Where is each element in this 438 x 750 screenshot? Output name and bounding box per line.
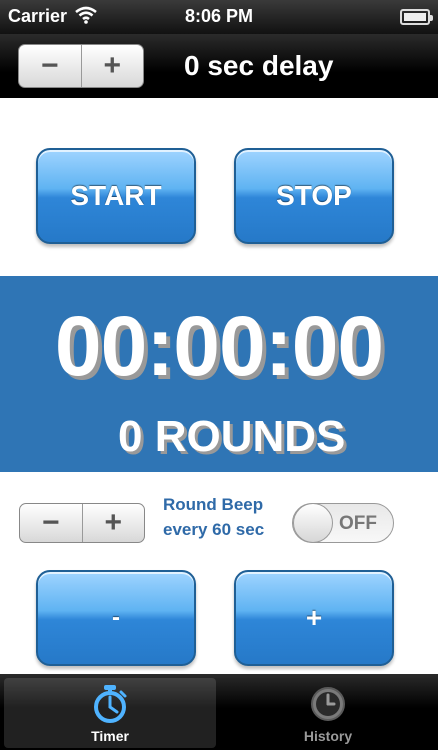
toggle-knob xyxy=(293,503,333,543)
status-time: 8:06 PM xyxy=(184,6,254,26)
tab-history[interactable]: History xyxy=(222,678,434,748)
tab-timer[interactable]: Timer xyxy=(4,678,216,748)
tab-history-label: History xyxy=(303,728,353,744)
toggle-state: OFF xyxy=(339,513,377,534)
battery-icon xyxy=(400,9,433,25)
round-minus-button[interactable]: - xyxy=(36,570,196,666)
round-plus-button[interactable]: + xyxy=(234,570,394,666)
stopwatch-icon xyxy=(94,685,127,723)
beep-minus-button[interactable]: − xyxy=(20,504,82,542)
round-beep-interval: every 60 sec xyxy=(163,520,265,539)
clock-icon xyxy=(311,687,345,721)
timer-display: 00:00:00 xyxy=(54,299,384,393)
stop-button[interactable]: STOP xyxy=(234,148,394,244)
start-button[interactable]: START xyxy=(36,148,196,244)
delay-minus-button[interactable]: − xyxy=(19,45,81,87)
round-beep-label: Round Beep every 60 sec xyxy=(163,492,283,542)
timer-panel: 00:00:00 0 ROUNDS xyxy=(0,276,438,472)
round-beep-toggle[interactable]: OFF xyxy=(292,503,394,543)
delay-plus-button[interactable]: + xyxy=(80,45,144,87)
delay-label: 0 sec delay xyxy=(184,50,334,81)
delay-bar: − + 0 sec delay xyxy=(0,34,438,98)
delay-stepper: − + xyxy=(18,44,144,88)
tab-bar: Timer History xyxy=(0,674,438,750)
rounds-count: 0 ROUNDS xyxy=(118,412,346,461)
status-bar: Carrier 8:06 PM xyxy=(0,0,438,34)
tab-timer-label: Timer xyxy=(91,728,129,744)
round-beep-title: Round Beep xyxy=(163,495,264,514)
beep-interval-stepper: − + xyxy=(19,503,145,543)
beep-plus-button[interactable]: + xyxy=(81,504,145,542)
